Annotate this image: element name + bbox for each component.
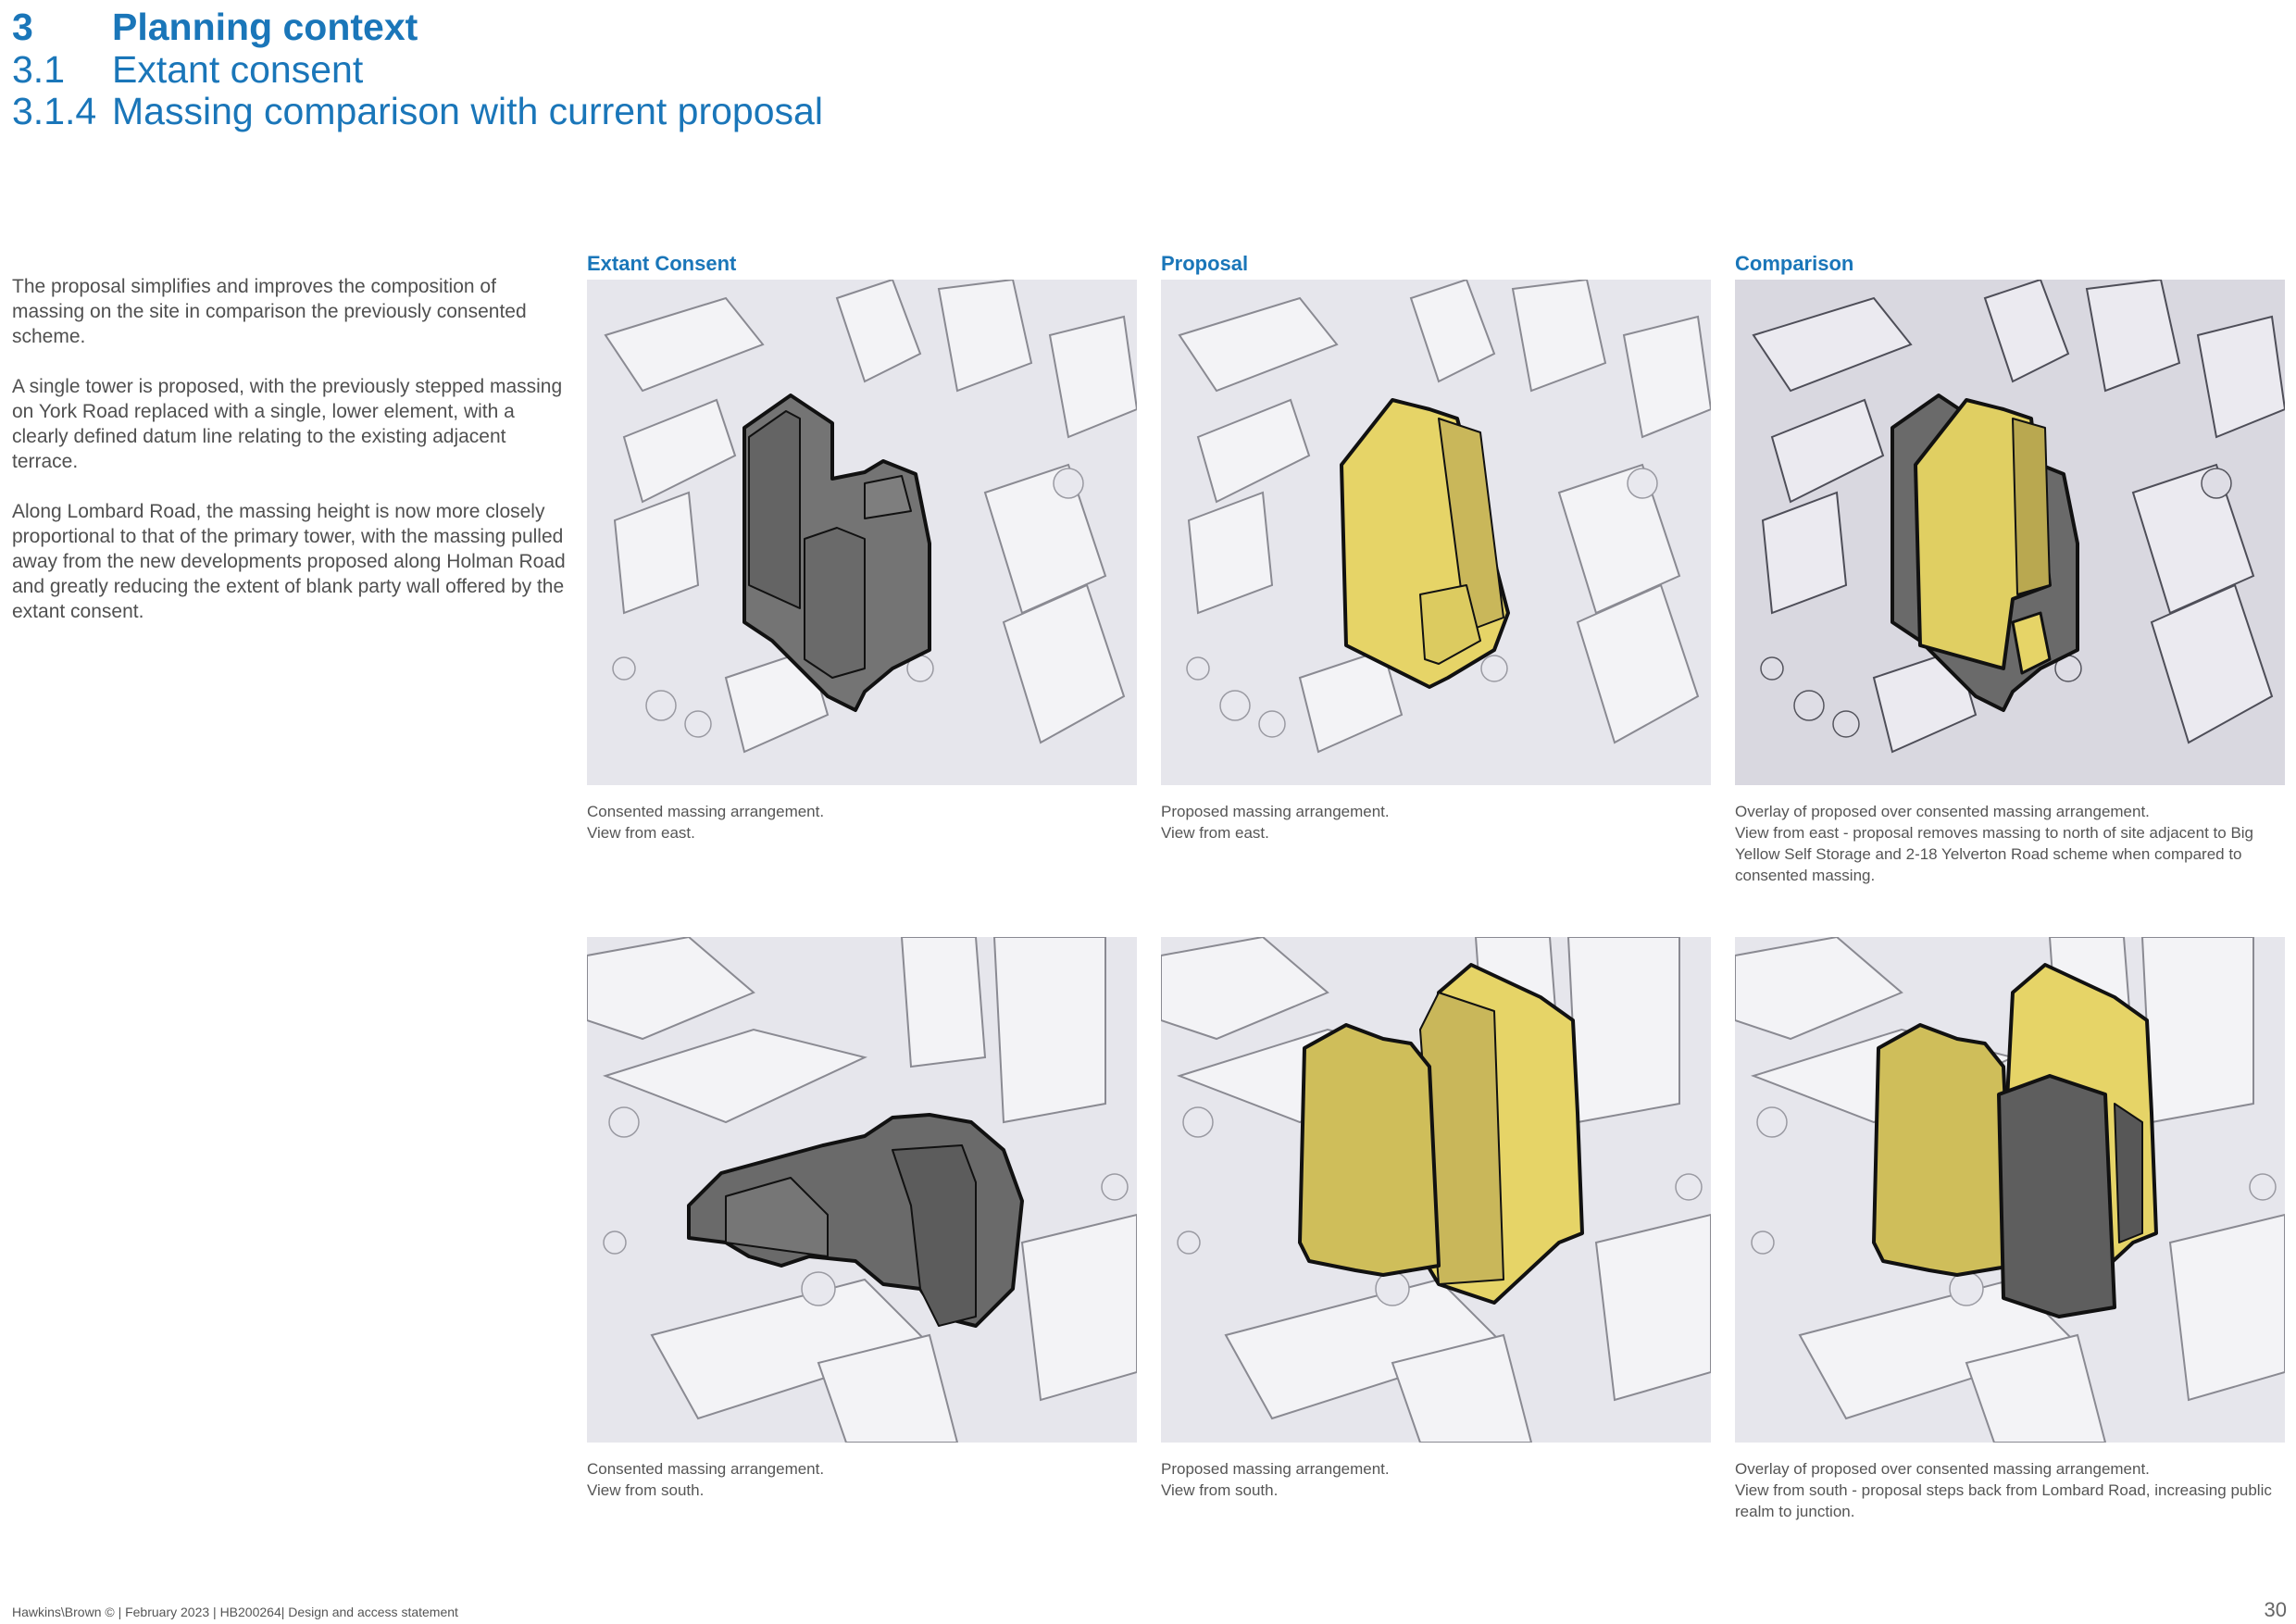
caption-line: Consented massing arrangement. — [587, 1460, 825, 1478]
caption-line: View from east. — [587, 824, 695, 842]
intro-paragraph: The proposal simplifies and improves the… — [12, 276, 527, 347]
subsubsection-title: Massing comparison with current proposal — [112, 90, 823, 132]
column-title-proposal: Proposal — [1161, 252, 1249, 275]
caption-extant-consent-east: Consented massing arrangement. View from… — [587, 801, 1137, 843]
proposal-south-image — [1161, 937, 1711, 1443]
proposal-east-image — [1161, 280, 1711, 785]
intro-text: The proposal simplifies and improves the… — [12, 274, 568, 649]
column-title-comparison: Comparison — [1735, 252, 1854, 275]
subsection-number: 3.1 — [12, 48, 65, 91]
comparison-south-image — [1735, 937, 2285, 1443]
caption-line: Proposed massing arrangement. — [1161, 1460, 1390, 1478]
column-title-extant-consent: Extant Consent — [587, 252, 737, 275]
footer-text: Hawkins\Brown © | February 2023 | HB2002… — [12, 1605, 458, 1619]
extant-consent-south-image — [587, 937, 1137, 1443]
caption-proposal-south: Proposed massing arrangement. View from … — [1161, 1458, 1711, 1501]
caption-line: Consented massing arrangement. — [587, 803, 825, 820]
caption-comparison-east: Overlay of proposed over consented massi… — [1735, 801, 2285, 886]
section-title: Planning context — [112, 6, 418, 48]
section-number: 3 — [12, 6, 33, 48]
subsubsection-number: 3.1.4 — [12, 90, 97, 132]
subsection-title: Extant consent — [112, 48, 364, 91]
caption-line: View from east. — [1161, 824, 1269, 842]
caption-line: View from east - proposal removes massin… — [1735, 824, 2254, 884]
caption-line: View from south. — [587, 1481, 705, 1499]
caption-comparison-south: Overlay of proposed over consented massi… — [1735, 1458, 2285, 1522]
comparison-east-image — [1735, 280, 2285, 785]
extant-consent-east-image — [587, 280, 1137, 785]
caption-line: Overlay of proposed over consented massi… — [1735, 1460, 2150, 1478]
intro-paragraph: A single tower is proposed, with the pre… — [12, 376, 563, 472]
caption-line: Overlay of proposed over consented massi… — [1735, 803, 2150, 820]
caption-extant-consent-south: Consented massing arrangement. View from… — [587, 1458, 1137, 1501]
caption-line: Proposed massing arrangement. — [1161, 803, 1390, 820]
caption-line: View from south. — [1161, 1481, 1279, 1499]
caption-line: View from south - proposal steps back fr… — [1735, 1481, 2272, 1520]
intro-paragraph: Along Lombard Road, the massing height i… — [12, 501, 566, 622]
page-number: 30 — [2264, 1598, 2287, 1621]
caption-proposal-east: Proposed massing arrangement. View from … — [1161, 801, 1711, 843]
